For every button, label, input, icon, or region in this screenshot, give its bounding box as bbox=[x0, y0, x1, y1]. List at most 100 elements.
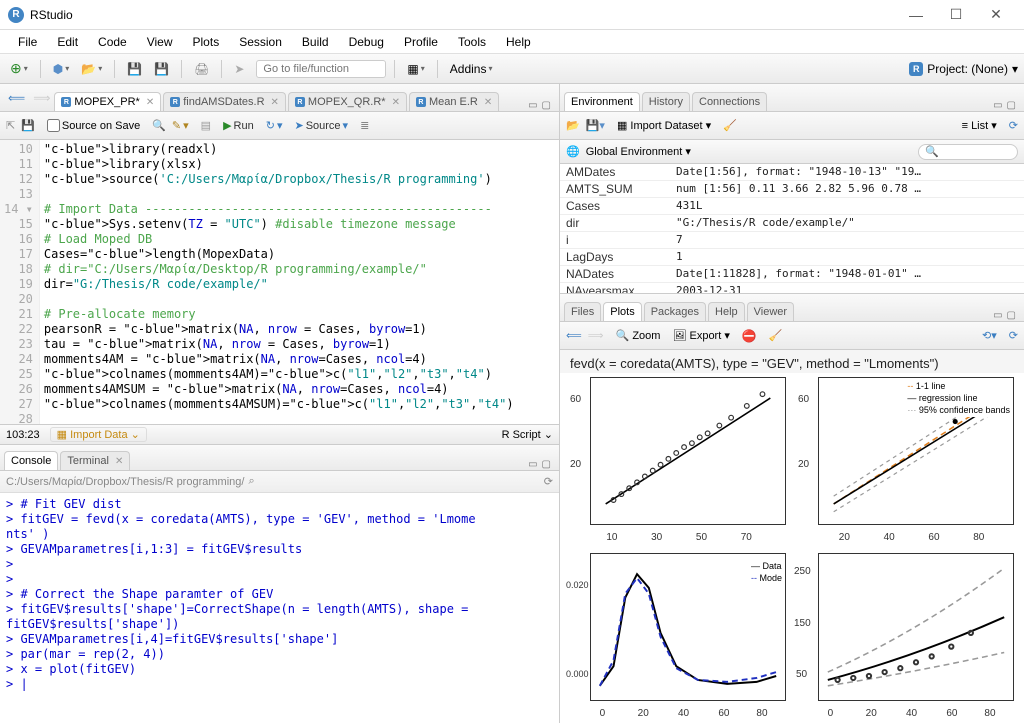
env-row[interactable]: Cases431L bbox=[560, 198, 1024, 215]
menu-help[interactable]: Help bbox=[496, 32, 541, 52]
rerun-button[interactable]: ↻▾ bbox=[266, 119, 283, 132]
main-toolbar: ⊕▾ ⬢▾ 📂▾ 💾 💾 🖨 ➤ ▦▾ Addins ▾ R Project: … bbox=[0, 54, 1024, 84]
tab-mopex-qr[interactable]: RMOPEX_QR.R*✕ bbox=[288, 92, 407, 111]
tab-plots[interactable]: Plots bbox=[603, 302, 641, 321]
console-path[interactable]: C:/Users/Μαρία/Dropbox/Thesis/R programm… bbox=[6, 476, 244, 488]
grid-button[interactable]: ▦▾ bbox=[403, 60, 428, 78]
new-project-button[interactable]: ⬢▾ bbox=[49, 60, 74, 78]
menu-build[interactable]: Build bbox=[292, 32, 339, 52]
tab-viewer[interactable]: Viewer bbox=[747, 302, 794, 321]
tab-console[interactable]: Console bbox=[4, 451, 58, 470]
source-button[interactable]: ➤ Source ▾ bbox=[294, 119, 348, 132]
minimize-pane-icon[interactable]: ▭ bbox=[528, 100, 537, 111]
plot-qq2: -- 1-1 line — regression line ⋯ 95% conf… bbox=[794, 373, 1018, 545]
project-selector[interactable]: Project: (None) bbox=[927, 62, 1008, 76]
remove-plot-button[interactable]: ⛔ bbox=[742, 329, 757, 343]
prev-plot-button[interactable]: ⟸ bbox=[566, 329, 582, 342]
view-mode-selector[interactable]: ≡ List ▾ bbox=[962, 119, 997, 132]
close-icon[interactable]: ✕ bbox=[146, 97, 154, 108]
menu-tools[interactable]: Tools bbox=[448, 32, 496, 52]
language-selector[interactable]: R Script ⌄ bbox=[502, 428, 553, 441]
publish-button[interactable]: ⟲▾ bbox=[982, 329, 997, 342]
tab-terminal[interactable]: Terminal✕ bbox=[60, 451, 130, 470]
maximize-pane-icon[interactable]: ▢ bbox=[1007, 100, 1016, 111]
env-row[interactable]: i7 bbox=[560, 232, 1024, 249]
tab-packages[interactable]: Packages bbox=[644, 302, 706, 321]
find-button[interactable]: 🔍 bbox=[152, 119, 166, 132]
menu-profile[interactable]: Profile bbox=[394, 32, 448, 52]
export-button[interactable]: 🖼 Export ▾ bbox=[672, 329, 729, 342]
notebook-button[interactable]: ▤ bbox=[201, 119, 211, 132]
zoom-button[interactable]: 🔍 Zoom bbox=[616, 329, 661, 342]
wand-button[interactable]: ✎▾ bbox=[172, 119, 189, 132]
source-on-save-checkbox[interactable]: Source on Save bbox=[47, 119, 140, 132]
maximize-button[interactable]: ☐ bbox=[936, 1, 976, 29]
env-row[interactable]: dir"G:/Thesis/R code/example/" bbox=[560, 215, 1024, 232]
clear-console-icon[interactable]: ⟳ bbox=[544, 475, 553, 488]
tab-mopex-pr[interactable]: RMOPEX_PR*✕ bbox=[54, 92, 161, 111]
code-editor[interactable]: 1011121314 ▾1516171819202122232425262728… bbox=[0, 140, 559, 424]
refresh-plot-button[interactable]: ⟳ bbox=[1009, 329, 1018, 342]
refresh-env-button[interactable]: ⟳ bbox=[1009, 119, 1018, 132]
menu-debug[interactable]: Debug bbox=[339, 32, 394, 52]
clear-workspace-button[interactable]: 🧹 bbox=[723, 119, 737, 132]
maximize-pane-icon[interactable]: ▢ bbox=[1007, 310, 1016, 321]
console-path-bar: C:/Users/Μαρία/Dropbox/Thesis/R programm… bbox=[0, 471, 559, 493]
tab-history[interactable]: History bbox=[642, 92, 690, 111]
save-all-button[interactable]: 💾 bbox=[150, 60, 173, 78]
new-file-button[interactable]: ⊕▾ bbox=[6, 58, 32, 79]
maximize-pane-icon[interactable]: ▢ bbox=[542, 459, 551, 470]
nav-back-button[interactable]: ⟸ bbox=[4, 89, 29, 107]
outline-button[interactable]: ≣ bbox=[360, 119, 369, 132]
import-dataset-button[interactable]: ▦ Import Dataset ▾ bbox=[617, 119, 711, 132]
close-icon[interactable]: ✕ bbox=[392, 97, 400, 108]
env-row[interactable]: AMTS_SUMnum [1:56] 0.11 3.66 2.82 5.96 0… bbox=[560, 181, 1024, 198]
save-button[interactable]: 💾 bbox=[123, 60, 146, 78]
save-file-button[interactable]: 💾 bbox=[21, 119, 35, 132]
addins-button[interactable]: Addins ▾ bbox=[446, 60, 497, 78]
next-plot-button[interactable]: ⟹ bbox=[588, 329, 604, 342]
plot-return: 50 150 250 020406080 bbox=[794, 549, 1018, 721]
menu-file[interactable]: File bbox=[8, 32, 47, 52]
tab-help[interactable]: Help bbox=[708, 302, 745, 321]
menu-code[interactable]: Code bbox=[88, 32, 137, 52]
menu-view[interactable]: View bbox=[137, 32, 183, 52]
tab-environment[interactable]: Environment bbox=[564, 92, 640, 111]
scope-selector[interactable]: Global Environment ▾ bbox=[586, 145, 691, 158]
clear-plots-button[interactable]: 🧹 bbox=[769, 329, 783, 342]
popout-button[interactable]: ⇱ bbox=[6, 119, 15, 132]
chevron-down-icon[interactable]: ▾ bbox=[1012, 62, 1018, 76]
minimize-button[interactable]: — bbox=[896, 1, 936, 29]
plot-qq1: 20 60 10 30 50 70 bbox=[566, 373, 790, 545]
close-icon[interactable]: ✕ bbox=[271, 97, 279, 108]
save-workspace-button[interactable]: 💾▾ bbox=[586, 119, 605, 132]
close-icon[interactable]: ✕ bbox=[484, 97, 492, 108]
run-button[interactable]: ▶ Run bbox=[223, 119, 254, 132]
menu-edit[interactable]: Edit bbox=[47, 32, 88, 52]
env-table[interactable]: AMDatesDate[1:56], format: "1948-10-13" … bbox=[560, 164, 1024, 293]
goto-arrow-icon: ➤ bbox=[230, 60, 248, 78]
env-row[interactable]: LagDays1 bbox=[560, 249, 1024, 266]
env-search-input[interactable] bbox=[918, 144, 1018, 160]
tab-files[interactable]: Files bbox=[564, 302, 601, 321]
goto-file-input[interactable] bbox=[256, 60, 386, 78]
console-output[interactable]: > # Fit GEV dist> fitGEV = fevd(x = core… bbox=[0, 493, 559, 723]
section-indicator[interactable]: ▦ Import Data ⌄ bbox=[50, 427, 147, 442]
open-file-button[interactable]: 📂▾ bbox=[77, 60, 106, 78]
minimize-pane-icon[interactable]: ▭ bbox=[993, 310, 1002, 321]
maximize-pane-icon[interactable]: ▢ bbox=[542, 100, 551, 111]
env-row[interactable]: AMDatesDate[1:56], format: "1948-10-13" … bbox=[560, 164, 1024, 181]
close-button[interactable]: ✕ bbox=[976, 1, 1016, 29]
env-row[interactable]: NADatesDate[1:11828], format: "1948-01-0… bbox=[560, 266, 1024, 283]
minimize-pane-icon[interactable]: ▭ bbox=[528, 459, 537, 470]
menu-plots[interactable]: Plots bbox=[183, 32, 230, 52]
tab-findamsdates[interactable]: RfindAMSDates.R✕ bbox=[163, 92, 286, 111]
env-row[interactable]: NAyearsmax2003-12-31 bbox=[560, 283, 1024, 293]
print-button[interactable]: 🖨 bbox=[190, 60, 213, 78]
tab-connections[interactable]: Connections bbox=[692, 92, 767, 111]
minimize-pane-icon[interactable]: ▭ bbox=[993, 100, 1002, 111]
menu-session[interactable]: Session bbox=[229, 32, 292, 52]
load-workspace-button[interactable]: 📂 bbox=[566, 119, 580, 132]
nav-forward-button[interactable]: ⟹ bbox=[29, 89, 54, 107]
tab-mean-er[interactable]: RMean E.R✕ bbox=[409, 92, 499, 111]
